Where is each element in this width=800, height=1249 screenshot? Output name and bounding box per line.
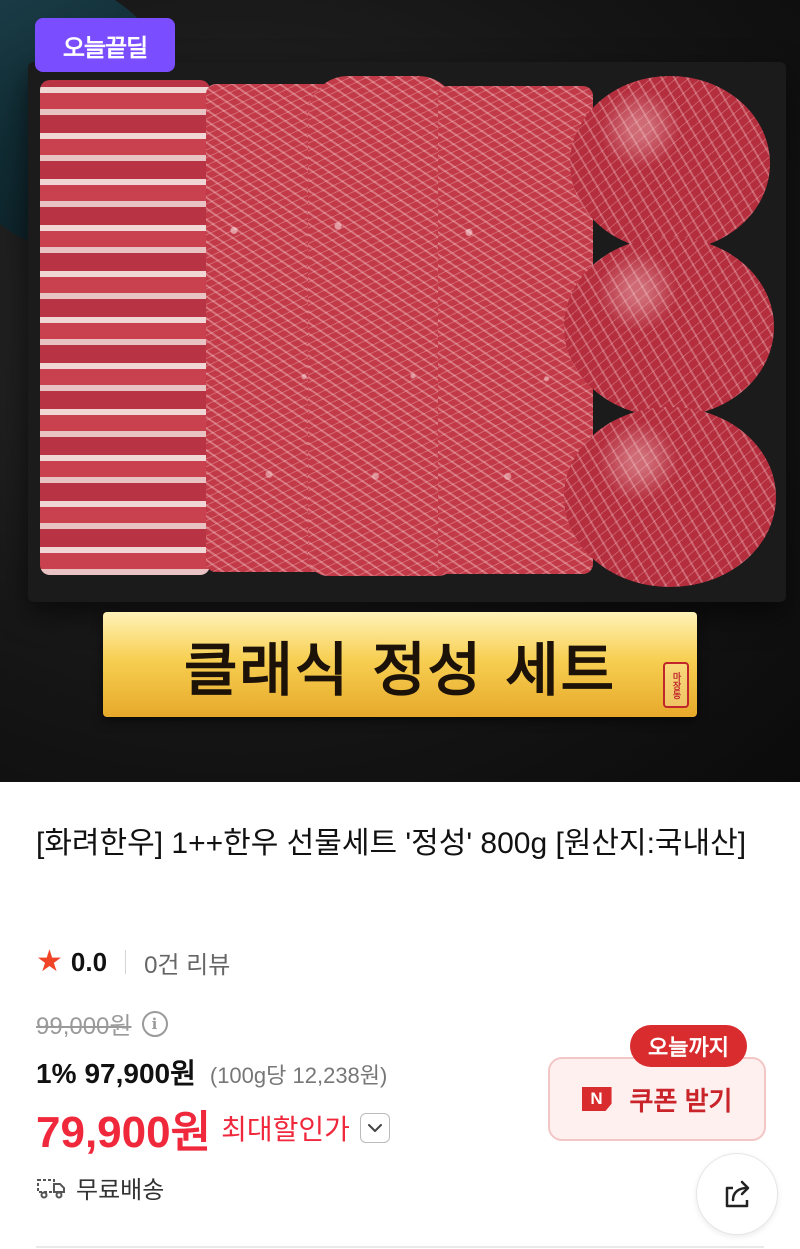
rating-score: 0.0: [70, 946, 108, 977]
truck-icon: [37, 1178, 65, 1198]
max-discount-label: 최대할인가: [221, 1114, 350, 1145]
product-image[interactable]: 오늘끝딜 클래식 정성 세트 마장동: [0, 0, 800, 782]
discount-rate: 1%: [36, 1058, 77, 1089]
product-banner: 클래식 정성 세트 마장동: [103, 612, 697, 717]
meat-round-cut-top: [570, 76, 770, 251]
final-price-row: 79,900원 최대할인가: [36, 1096, 390, 1160]
product-title: [화려한우] 1++한우 선물세트 '정성' 800g [원산지:국내산]: [36, 827, 747, 860]
shipping-label: 무료배송: [76, 1177, 165, 1204]
rating-row[interactable]: ★ 0.0 0건 리뷰: [36, 942, 230, 982]
serving-board: [28, 62, 786, 602]
final-price: 79,900원: [36, 1108, 212, 1157]
section-divider: [36, 1246, 764, 1248]
original-price-row: 99,000원 i: [36, 1006, 168, 1041]
original-price: 99,000원: [36, 1013, 132, 1040]
chevron-down-icon[interactable]: [359, 1113, 390, 1143]
share-button[interactable]: [696, 1153, 778, 1235]
coupon-deadline-tag: 오늘까지: [630, 1025, 747, 1067]
share-icon: [725, 1180, 750, 1208]
coupon-button[interactable]: N 쿠폰 받기: [548, 1057, 766, 1141]
meat-round-cut-bottom: [564, 407, 776, 587]
coupon-widget: 오늘까지 N 쿠폰 받기: [548, 1025, 766, 1141]
banner-text: 클래식 정성 세트: [184, 635, 616, 704]
info-icon[interactable]: i: [141, 1010, 168, 1037]
coupon-button-label: 쿠폰 받기: [629, 1085, 733, 1116]
meat-rib-cut: [40, 80, 210, 575]
deal-badge: 오늘끝딜: [35, 18, 175, 72]
unit-price: (100g당 12,238원): [209, 1063, 388, 1088]
review-count-link[interactable]: 0건 리뷰: [144, 945, 230, 980]
stamp-logo: 마장동: [663, 662, 689, 708]
meat-tenderloin-cut: [308, 76, 458, 576]
star-icon: ★: [36, 944, 63, 979]
discount-row: 1% 97,900원 (100g당 12,238원): [36, 1052, 387, 1092]
discount-price: 97,900원: [84, 1058, 196, 1089]
shipping-row: 무료배송: [36, 1170, 164, 1205]
meat-round-cut-middle: [564, 237, 774, 417]
naver-n-icon: N: [581, 1087, 612, 1111]
rating-divider: [125, 950, 127, 974]
